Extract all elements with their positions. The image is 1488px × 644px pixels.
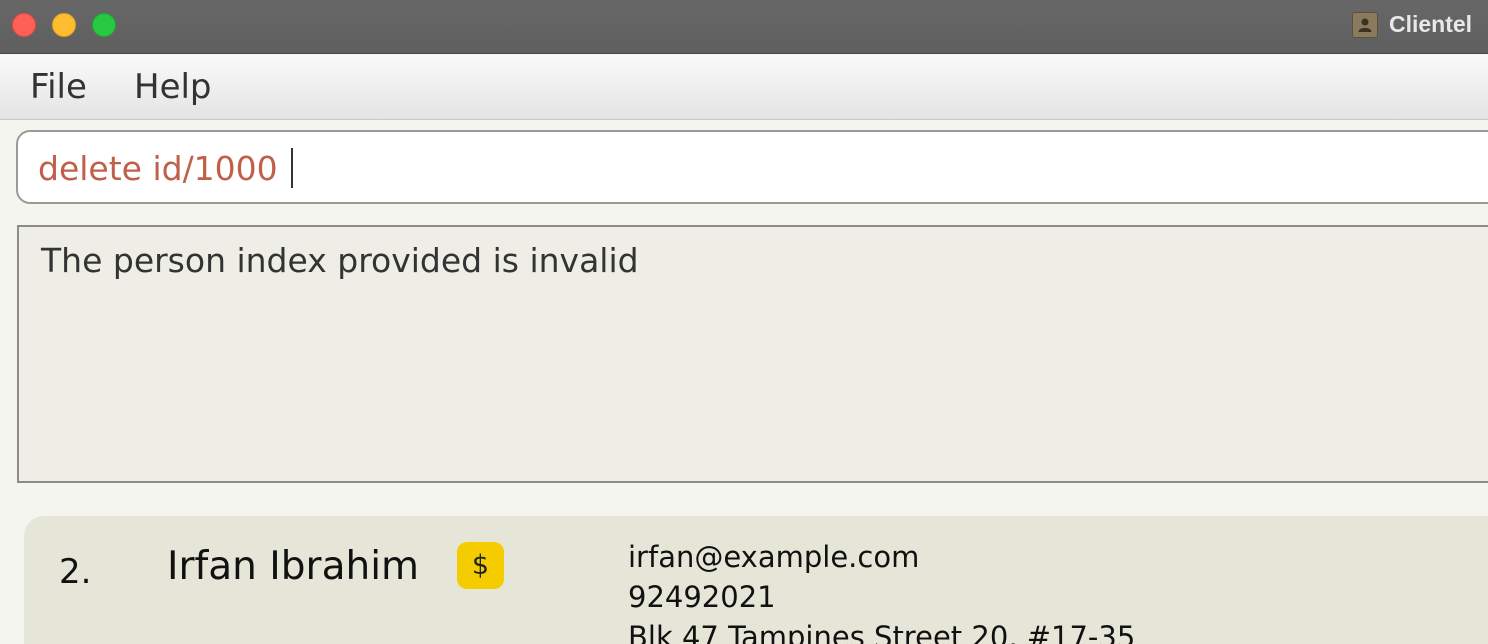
menu-file[interactable]: File — [30, 67, 87, 107]
command-input[interactable] — [38, 146, 1438, 190]
command-box[interactable] — [16, 130, 1488, 204]
menu-bar: File Help — [0, 55, 1488, 120]
person-tag: $ — [457, 542, 504, 589]
window-title: Clientel — [1389, 11, 1473, 37]
close-window-button[interactable] — [12, 13, 36, 37]
person-address: Blk 47 Tampines Street 20, #17-35 — [628, 620, 1136, 644]
person-card[interactable]: 2. Irfan Ibrahim $ irfan@example.com 924… — [24, 516, 1488, 644]
result-display[interactable]: The person index provided is invalid — [17, 225, 1488, 483]
person-index: 2. — [59, 552, 92, 592]
person-email: irfan@example.com — [628, 540, 920, 574]
minimize-window-button[interactable] — [52, 13, 76, 37]
text-caret — [291, 148, 293, 188]
person-name: Irfan Ibrahim — [167, 544, 420, 589]
title-bar: Clientel — [0, 0, 1488, 54]
person-phone: 92492021 — [628, 580, 776, 614]
menu-help[interactable]: Help — [134, 67, 212, 107]
maximize-window-button[interactable] — [92, 13, 116, 37]
contact-book-icon — [1352, 12, 1378, 38]
result-message: The person index provided is invalid — [41, 241, 639, 280]
